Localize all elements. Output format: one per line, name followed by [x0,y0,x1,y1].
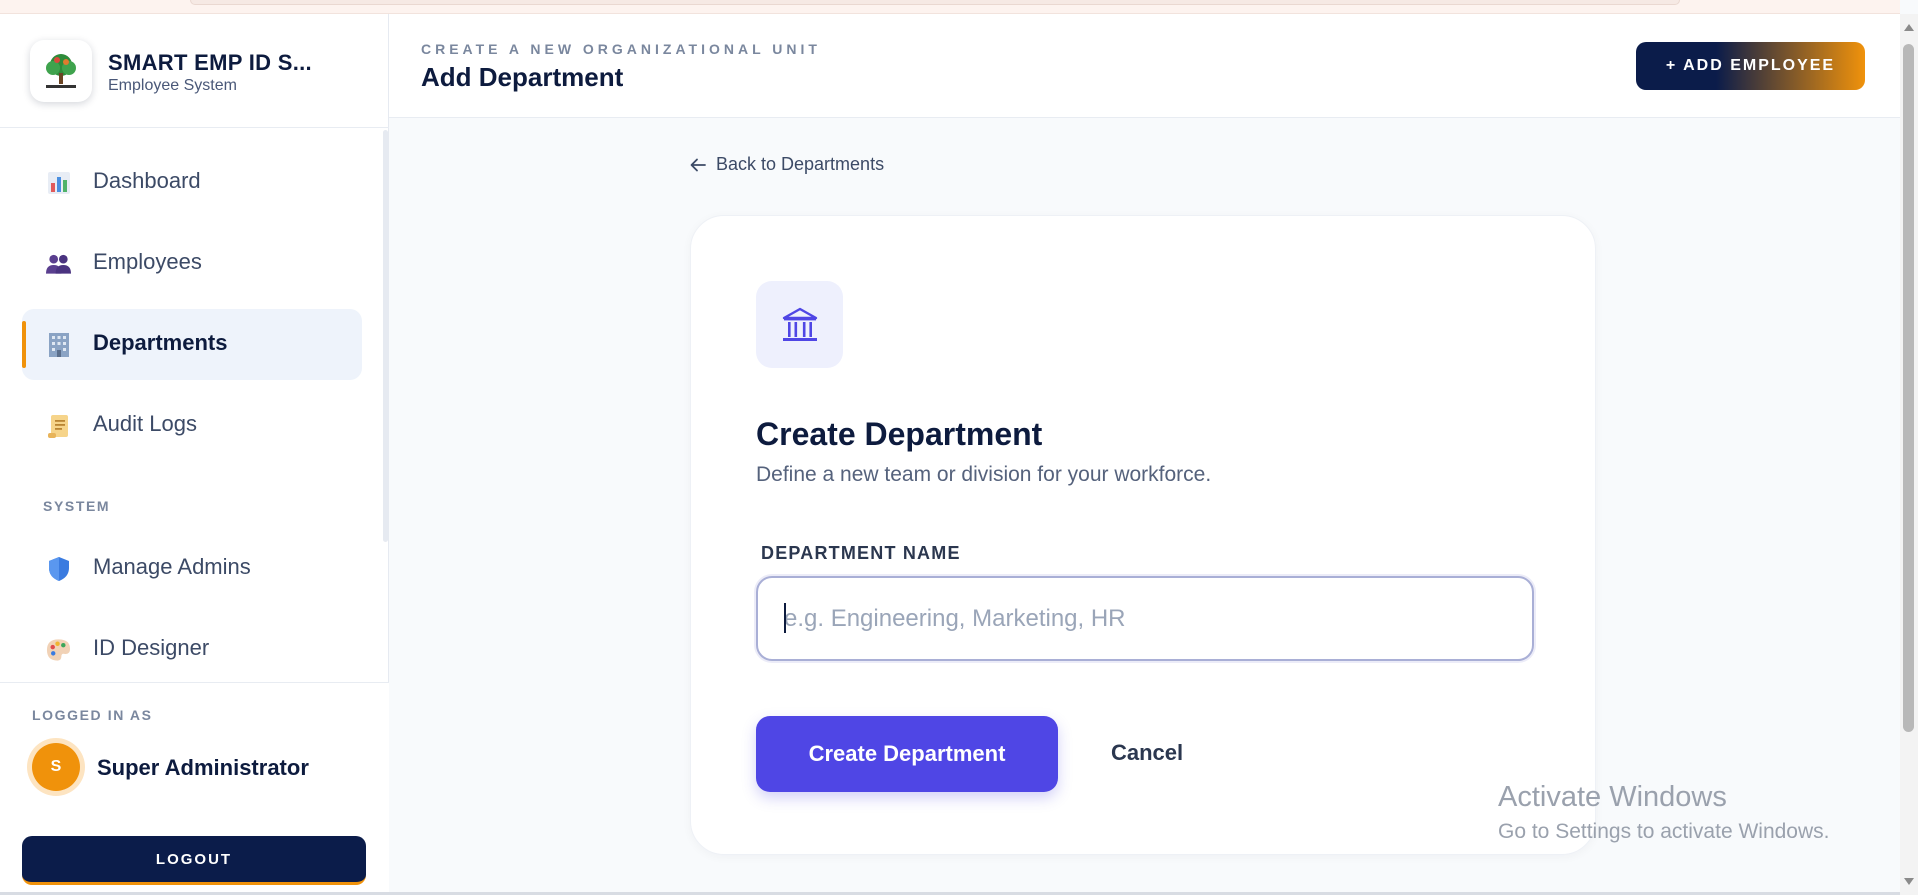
sidebar-scrollbar[interactable] [383,130,388,542]
sidebar-item-departments[interactable]: Departments [22,309,362,380]
user-panel: LOGGED IN AS S Super Administrator LOGOU… [0,682,389,895]
sidebar-item-label: Dashboard [93,168,201,193]
scroll-down-icon[interactable] [1904,878,1914,885]
card-title: Create Department [756,416,1043,452]
section-label-system: SYSTEM [43,498,111,514]
office-building-icon [46,332,71,357]
page-title: Add Department [421,62,624,92]
create-department-card: Create Department Define a new team or d… [690,215,1596,855]
scroll-up-icon[interactable] [1904,24,1914,31]
card-subtitle: Define a new team or division for your w… [756,463,1212,486]
sidebar-item-dashboard[interactable]: Dashboard [22,147,362,218]
brand-header: SMART EMP ID S... Employee System [0,14,389,128]
sidebar-item-label: Departments [93,330,228,355]
department-name-input[interactable] [756,576,1534,661]
brand-title: SMART EMP ID S... [108,50,312,75]
sidebar: SMART EMP ID S... Employee System Dashbo… [0,14,389,895]
sidebar-item-label: Employees [93,249,202,274]
logout-button[interactable]: LOGOUT [22,836,366,885]
brand-logo[interactable] [30,40,92,102]
page-scrollbar[interactable] [1900,14,1918,895]
shield-icon [46,556,71,581]
sidebar-item-employees[interactable]: Employees [22,228,362,299]
scrollbar-thumb[interactable] [1903,44,1914,732]
cancel-button[interactable]: Cancel [1111,740,1183,766]
activate-windows-subtitle: Go to Settings to activate Windows. [1498,820,1830,843]
back-link-label: Back to Departments [716,154,885,174]
notification-bar [190,0,1680,5]
people-icon [46,251,71,276]
page-header: CREATE A NEW ORGANIZATIONAL UNIT Add Dep… [389,14,1900,118]
department-name-label: DEPARTMENT NAME [761,543,961,563]
create-department-button[interactable]: Create Department [756,716,1058,792]
user-name: Super Administrator [97,755,309,780]
page-eyebrow: CREATE A NEW ORGANIZATIONAL UNIT [421,41,821,57]
sidebar-item-audit-logs[interactable]: Audit Logs [22,390,362,461]
scroll-icon [46,413,71,438]
avatar: S [32,743,80,791]
bank-building-icon [756,281,843,368]
browser-top-strip [0,0,1900,14]
sidebar-item-label: ID Designer [93,635,210,660]
palette-icon [46,637,71,662]
brand-subtitle: Employee System [108,77,237,94]
sidebar-item-manage-admins[interactable]: Manage Admins [22,533,362,604]
activate-windows-title: Activate Windows [1498,781,1727,813]
bar-chart-icon [46,170,71,195]
add-employee-button[interactable]: + ADD EMPLOYEE [1636,42,1865,90]
sidebar-item-label: Manage Admins [93,554,251,579]
tree-logo-icon [46,54,76,88]
logged-in-label: LOGGED IN AS [32,707,153,723]
sidebar-item-id-designer[interactable]: ID Designer [22,614,362,685]
arrow-left-icon [690,158,706,171]
sidebar-item-label: Audit Logs [93,411,197,436]
back-to-departments-link[interactable]: Back to Departments [690,154,884,175]
text-caret [784,603,786,633]
